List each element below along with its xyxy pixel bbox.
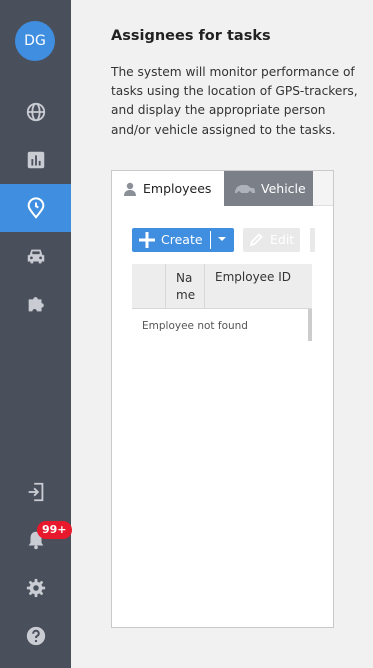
assignees-panel: Employees Vehicle Create Edit Na me Empl… (111, 170, 334, 628)
gear-icon (26, 578, 45, 598)
sidebar-item-monitoring[interactable] (0, 88, 71, 136)
sidebar-item-logout[interactable] (0, 468, 71, 516)
pencil-icon (249, 233, 263, 247)
sidebar-item-tasks[interactable] (0, 184, 71, 232)
empty-state-message: Employee not found (142, 320, 248, 332)
user-avatar[interactable]: DG (15, 21, 55, 61)
create-button-label: Create (161, 232, 203, 247)
sidebar: DG 99+ (0, 0, 72, 668)
table-body: Employee not found (132, 309, 312, 341)
car-icon (235, 184, 255, 195)
person-icon (124, 182, 136, 196)
chevron-down-icon[interactable] (217, 236, 227, 243)
table-scrollbar[interactable] (308, 309, 312, 341)
main-content: Assignees for tasks The system will moni… (71, 0, 373, 668)
tab-bar: Employees Vehicle (112, 171, 333, 206)
tab-employees[interactable]: Employees (112, 171, 224, 206)
column-header-employee-id[interactable]: Employee ID (205, 264, 312, 309)
more-button[interactable] (310, 228, 315, 252)
tab-employees-label: Employees (143, 181, 212, 196)
sidebar-item-help[interactable] (0, 612, 71, 660)
bar-chart-icon (27, 151, 44, 169)
plus-icon (139, 232, 155, 248)
tab-vehicle[interactable]: Vehicle (224, 171, 313, 206)
sidebar-item-reports[interactable] (0, 136, 71, 184)
puzzle-icon (28, 297, 44, 312)
notification-badge: 99+ (37, 521, 72, 539)
globe-icon (26, 102, 45, 122)
location-clock-icon (27, 197, 44, 219)
sidebar-item-apps[interactable] (0, 280, 71, 328)
car-icon (27, 249, 44, 264)
select-all-column[interactable] (132, 264, 166, 309)
employees-table: Na me Employee ID Employee not found (132, 264, 312, 341)
create-button[interactable]: Create (132, 228, 234, 252)
help-icon (26, 626, 45, 646)
sidebar-item-settings[interactable] (0, 564, 71, 612)
edit-button[interactable]: Edit (243, 228, 300, 252)
edit-button-label: Edit (270, 232, 295, 247)
sidebar-item-vehicles[interactable] (0, 232, 71, 280)
create-button-divider (210, 231, 211, 249)
page-title: Assignees for tasks (111, 28, 271, 44)
page-description: The system will monitor performance of t… (111, 65, 358, 137)
column-header-name[interactable]: Na me (166, 264, 205, 309)
logout-icon (28, 482, 43, 502)
table-header: Na me Employee ID (132, 264, 312, 309)
tab-vehicle-label: Vehicle (261, 181, 306, 196)
